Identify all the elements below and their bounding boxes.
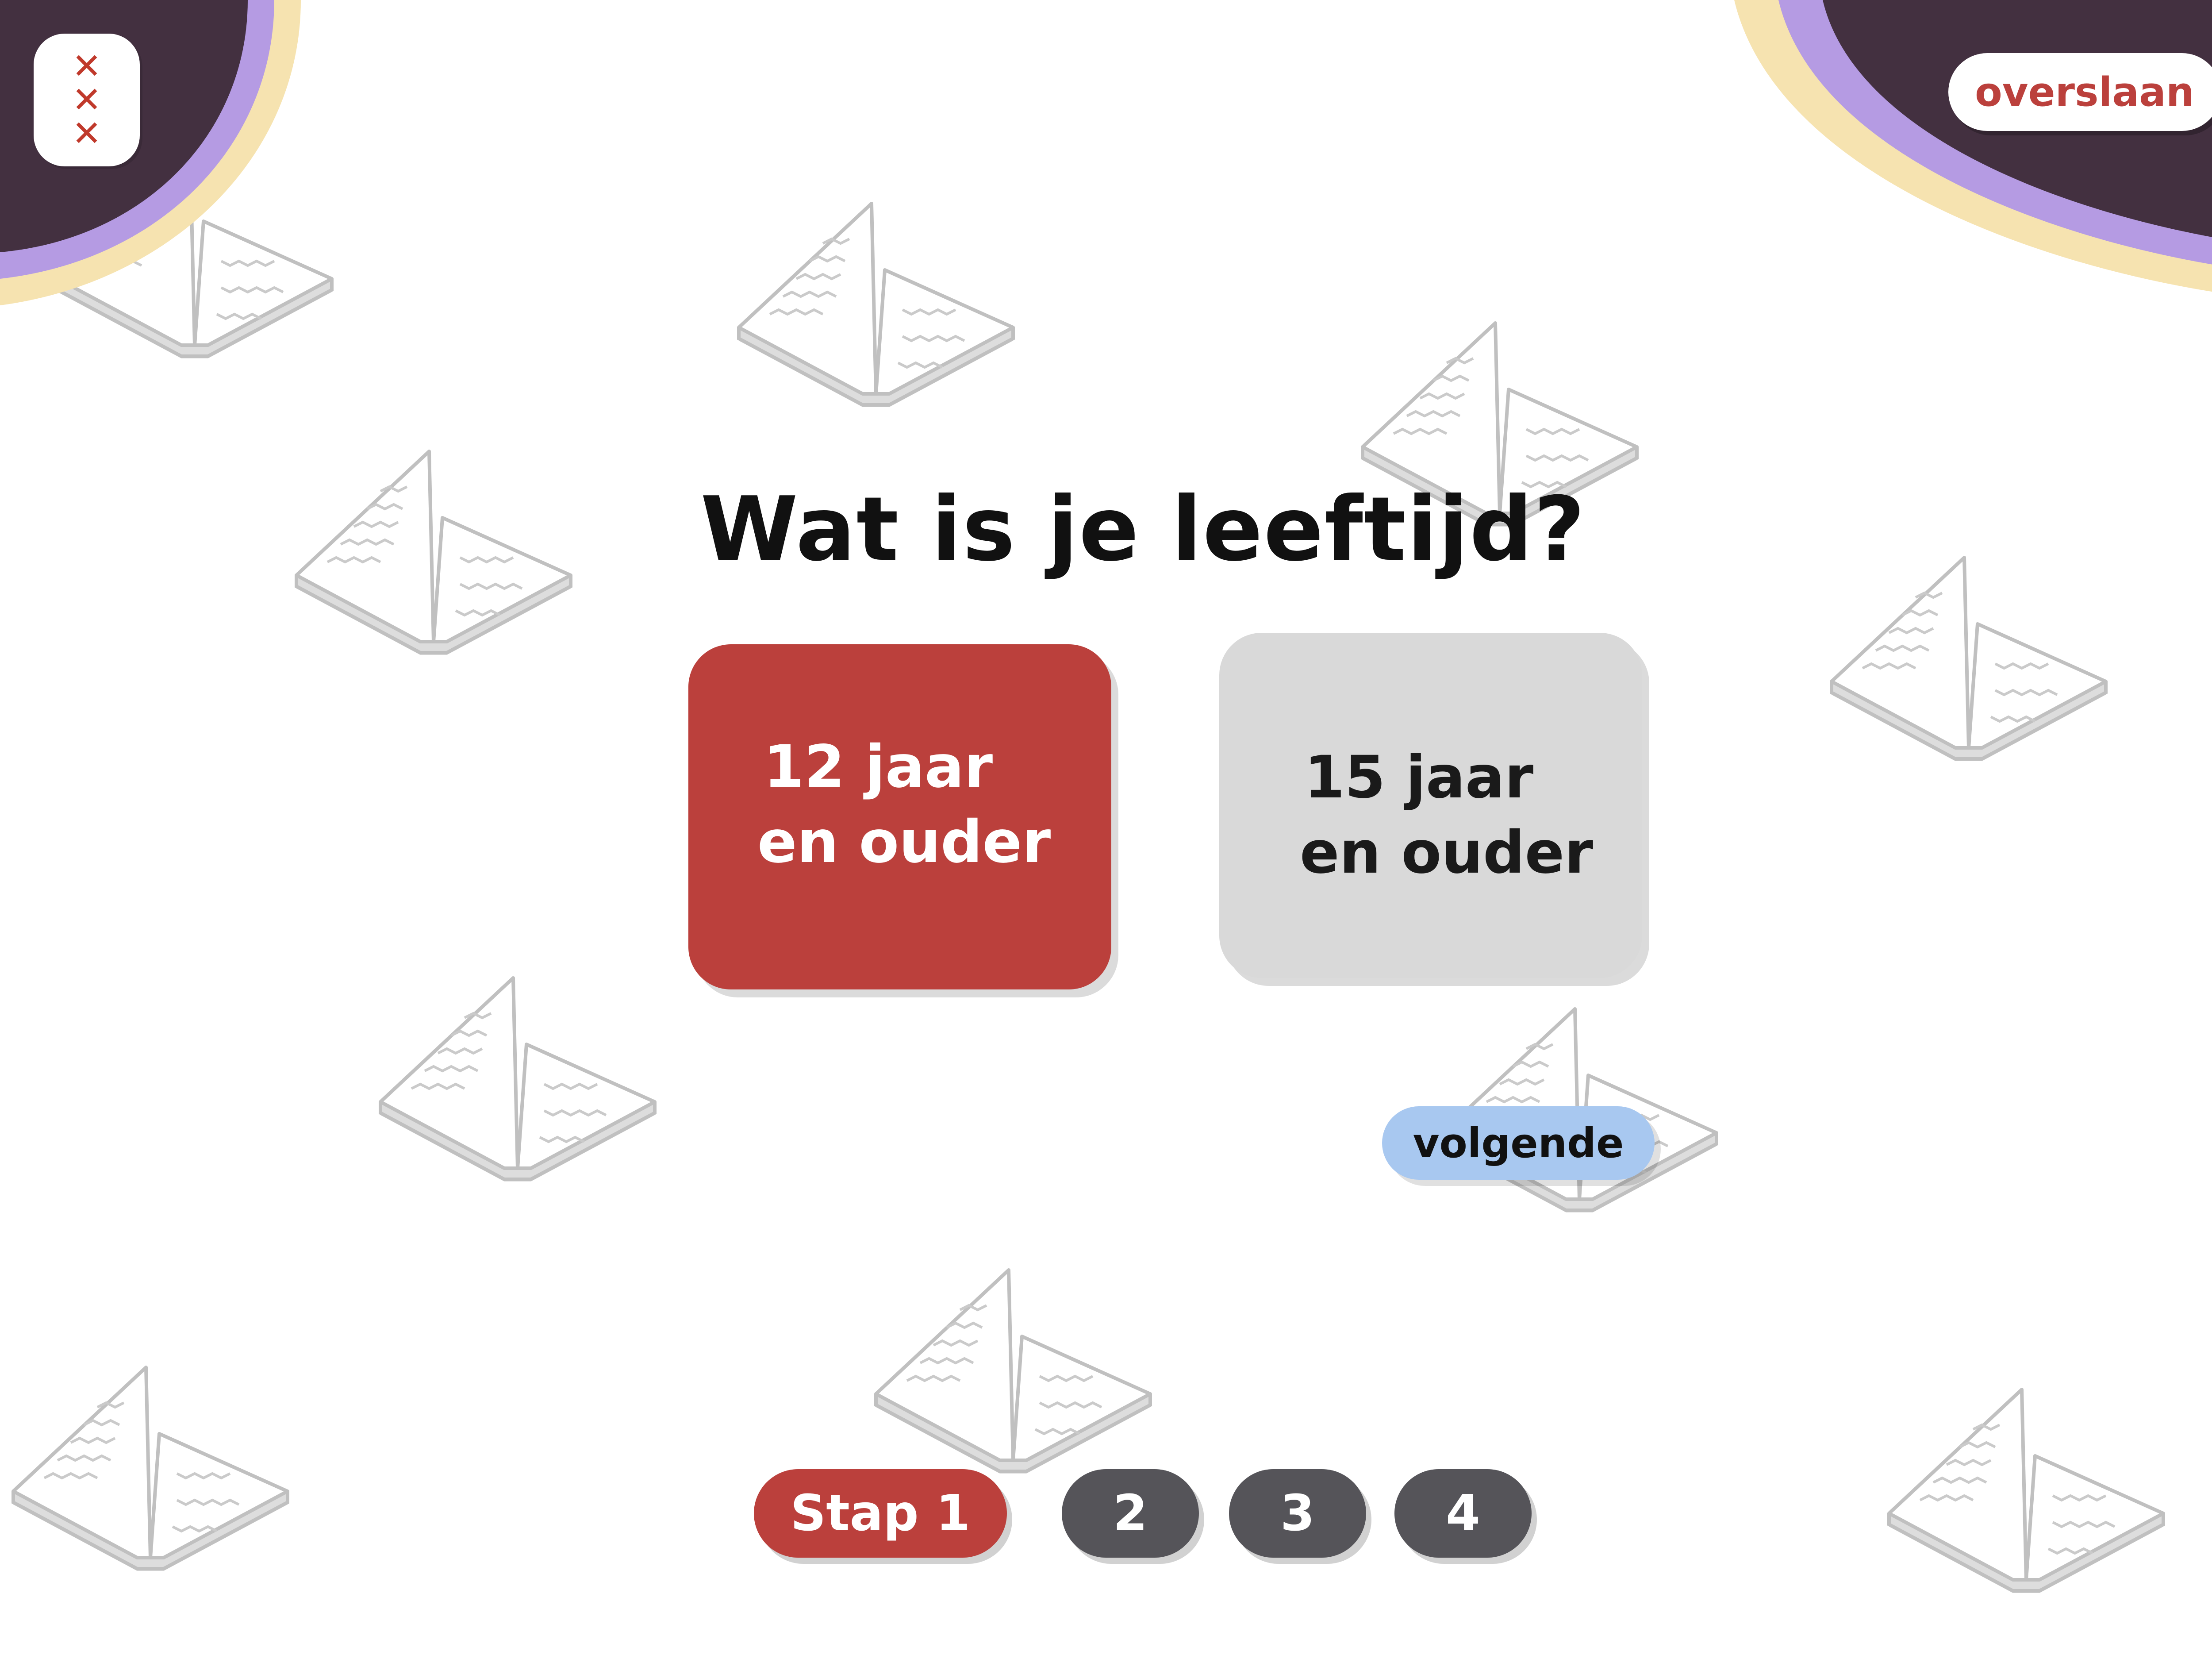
step-4-indicator[interactable]: 4	[1394, 1469, 1532, 1558]
amsterdam-cross-icon: ✕	[72, 113, 102, 154]
step-3-indicator[interactable]: 3	[1229, 1469, 1366, 1558]
step-2-indicator[interactable]: 2	[1062, 1469, 1199, 1558]
age-option-12[interactable]: 12 jaar en ouder	[688, 644, 1111, 989]
age-option-15[interactable]: 15 jaar en ouder	[1219, 633, 1642, 978]
option-label-line2: en ouder	[1300, 819, 1594, 887]
option-label-line1: 12 jaar	[764, 733, 993, 801]
option-label-line2: en ouder	[757, 808, 1051, 876]
amsterdam-cross-icon: ✕	[72, 79, 102, 120]
logo-button[interactable]: ✕ ✕ ✕	[34, 34, 140, 166]
option-label-line1: 15 jaar	[1304, 743, 1534, 812]
question-title: Wat is je leeftijd?	[700, 478, 1586, 581]
amsterdam-cross-icon: ✕	[72, 46, 102, 87]
step-1-indicator[interactable]: Stap 1	[754, 1469, 1007, 1558]
skip-button[interactable]: overslaan	[1948, 53, 2212, 131]
next-button[interactable]: volgende	[1382, 1106, 1655, 1180]
